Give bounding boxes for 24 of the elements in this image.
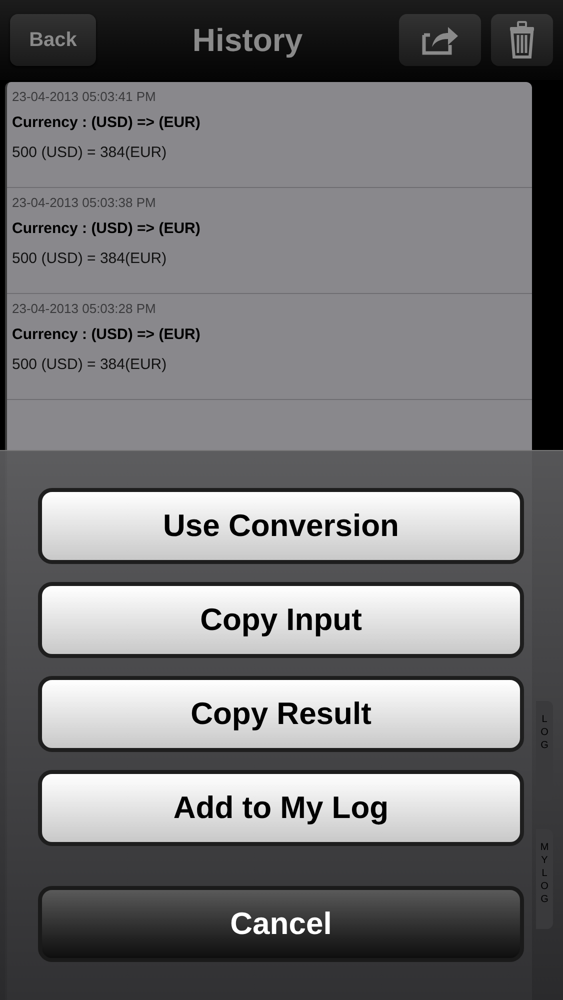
back-button[interactable]: Back [10, 14, 96, 66]
timestamp: 23-04-2013 05:03:38 PM [12, 194, 157, 212]
history-row[interactable]: 23-04-2013 05:03:28 PM Currency : (USD) => (EUR) 500 (USD) = 384(EUR) [7, 294, 532, 400]
conversion-result: 500 (USD) = 384(EUR) [12, 143, 168, 163]
share-button[interactable] [399, 14, 481, 66]
screen-title: History [191, 21, 304, 60]
action-button[interactable]: Copy Result [38, 676, 524, 752]
conversion-result: 500 (USD) = 384(EUR) [12, 355, 168, 375]
conversion-heading: Currency : (USD) => (EUR) [12, 112, 202, 132]
history-row[interactable]: 23-04-2013 05:03:38 PM Currency : (USD) => (EUR) 500 (USD) = 384(EUR) [7, 188, 532, 294]
cancel-button[interactable]: Cancel [38, 886, 524, 962]
conversion-heading: Currency : (USD) => (EUR) [12, 218, 202, 238]
timestamp: 23-04-2013 05:03:41 PM [12, 88, 157, 106]
action-button[interactable]: Add to My Log [38, 770, 524, 846]
tab-label: MY LOG [540, 841, 550, 907]
trash-icon [508, 21, 536, 59]
action-button[interactable]: Copy Input [38, 582, 524, 658]
history-row[interactable]: 23-04-2013 05:03:41 PM Currency : (USD) => (EUR) 500 (USD) = 384(EUR) [7, 82, 532, 188]
tab-label: LOG [540, 713, 550, 753]
delete-button[interactable] [491, 14, 553, 66]
conversion-result: 500 (USD) = 384(EUR) [12, 249, 168, 269]
action-button[interactable]: Use Conversion [38, 488, 524, 564]
timestamp: 23-04-2013 05:03:28 PM [12, 300, 157, 318]
conversion-heading: Currency : (USD) => (EUR) [12, 324, 202, 344]
